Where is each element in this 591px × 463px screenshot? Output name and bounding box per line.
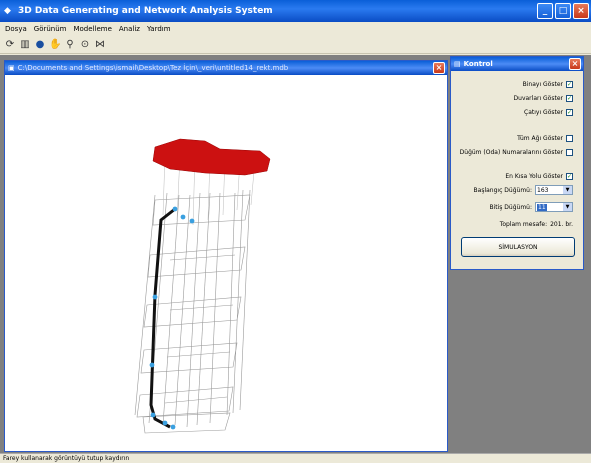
kontrol-close-button[interactable]: ×: [569, 58, 581, 70]
app-title: 3D Data Generating and Network Analysis …: [18, 6, 273, 16]
en-kisa-yolu-row[interactable]: En Kısa Yolu Göster ✓: [505, 173, 573, 180]
catiyi-goster-checkbox[interactable]: ✓: [566, 109, 573, 116]
toolbar: ⟳ ▥ ● ✋ ⚲ ⊙ ⋈: [0, 37, 591, 54]
menu-gorunum[interactable]: Görünüm: [34, 25, 67, 33]
duvarlari-goster-checkbox[interactable]: ✓: [566, 95, 573, 102]
simulasyon-button[interactable]: SİMULASYON: [461, 237, 575, 257]
kontrol-title-bar: ▤ Kontrol ×: [451, 57, 583, 71]
model-window-close-button[interactable]: ×: [433, 62, 445, 74]
menu-yardim[interactable]: Yardım: [147, 25, 171, 33]
mesafe-value: 201. br.: [550, 221, 573, 228]
chart-icon[interactable]: ▥: [19, 39, 31, 51]
tum-agi-goster-checkbox[interactable]: [566, 135, 573, 142]
path-node: [150, 412, 156, 418]
dugum-numaralari-row[interactable]: Düğüm (Oda) Numaralarını Göster: [460, 149, 573, 156]
network-icon[interactable]: ⋈: [94, 39, 106, 51]
path-nodes: [149, 206, 195, 430]
menu-modelleme[interactable]: Modelleme: [73, 25, 111, 33]
en-kisa-yolu-label: En Kısa Yolu Göster: [505, 173, 563, 180]
kontrol-title: Kontrol: [463, 60, 493, 68]
path-node: [170, 424, 176, 430]
model-window-title: C:\Documents and Settings\ismail\Desktop…: [17, 64, 289, 72]
status-bar: Farey kullanarak görüntüyü tutup kaydırı…: [0, 453, 591, 462]
panel-icon: ▤: [454, 60, 461, 68]
bitis-label: Bitiş Düğümü:: [489, 203, 532, 211]
mesafe-label: Toplam mesafe:: [499, 221, 548, 228]
tum-agi-goster-row[interactable]: Tüm Ağı Göster: [517, 135, 573, 142]
3d-viewport[interactable]: [5, 75, 447, 451]
zoom-target-icon[interactable]: ⊙: [79, 39, 91, 51]
tum-agi-goster-label: Tüm Ağı Göster: [517, 135, 563, 142]
path-node: [162, 420, 168, 426]
maximize-button[interactable]: □: [555, 3, 571, 19]
mesafe-row: Toplam mesafe: 201. br.: [500, 221, 573, 228]
binayi-goster-label: Binayı Göster: [522, 81, 563, 88]
model-window: ▣ C:\Documents and Settings\ismail\Deskt…: [4, 60, 448, 452]
model-window-title-bar: ▣ C:\Documents and Settings\ismail\Deskt…: [5, 61, 447, 75]
minimize-button[interactable]: _: [537, 3, 553, 19]
binayi-goster-row[interactable]: Binayı Göster ✓: [523, 81, 573, 88]
duvarlari-goster-row[interactable]: Duvarları Göster ✓: [514, 95, 573, 102]
chevron-down-icon[interactable]: ▼: [563, 186, 572, 194]
kontrol-panel: ▤ Kontrol × Binayı Göster ✓ Duvarları Gö…: [450, 56, 584, 270]
dugum-numaralari-label: Düğüm (Oda) Numaralarını Göster: [459, 149, 563, 156]
menu-dosya[interactable]: Dosya: [5, 25, 27, 33]
zoom-icon[interactable]: ⚲: [64, 39, 76, 51]
menu-bar: Dosya Görünüm Modelleme Analiz Yardım: [0, 22, 591, 36]
path-node: [189, 218, 195, 224]
dugum-numaralari-checkbox[interactable]: [566, 149, 573, 156]
rotate-icon[interactable]: ⟳: [4, 39, 16, 51]
close-button[interactable]: ×: [573, 3, 589, 19]
path-node: [172, 206, 178, 212]
catiyi-goster-row[interactable]: Çatıyı Göster ✓: [524, 109, 573, 116]
chevron-down-icon[interactable]: ▼: [563, 203, 572, 211]
en-kisa-yolu-checkbox[interactable]: ✓: [566, 173, 573, 180]
baslangic-dropdown[interactable]: 163 ▼: [535, 185, 573, 195]
pan-icon[interactable]: ✋: [49, 39, 61, 51]
path-node: [152, 294, 158, 300]
path-node: [149, 362, 155, 368]
menu-analiz[interactable]: Analiz: [119, 25, 140, 33]
baslangic-value: 163: [537, 186, 549, 194]
catiyi-goster-label: Çatıyı Göster: [524, 109, 563, 116]
app-title-bar: ◆ 3D Data Generating and Network Analysi…: [0, 0, 591, 22]
path-node: [180, 214, 186, 220]
roof: [152, 138, 271, 176]
binayi-goster-checkbox[interactable]: ✓: [566, 81, 573, 88]
document-icon: ▣: [8, 64, 15, 72]
bitis-row: Bitiş Düğümü: 11 ▼: [489, 202, 573, 212]
bitis-dropdown[interactable]: 11 ▼: [535, 202, 573, 212]
globe-icon[interactable]: ●: [34, 39, 46, 51]
baslangic-row: Başlangıç Düğümü: 163 ▼: [474, 185, 573, 195]
baslangic-label: Başlangıç Düğümü:: [473, 186, 532, 194]
app-icon: ◆: [4, 6, 11, 16]
bitis-value: 11: [537, 203, 547, 211]
duvarlari-goster-label: Duvarları Göster: [513, 95, 563, 102]
